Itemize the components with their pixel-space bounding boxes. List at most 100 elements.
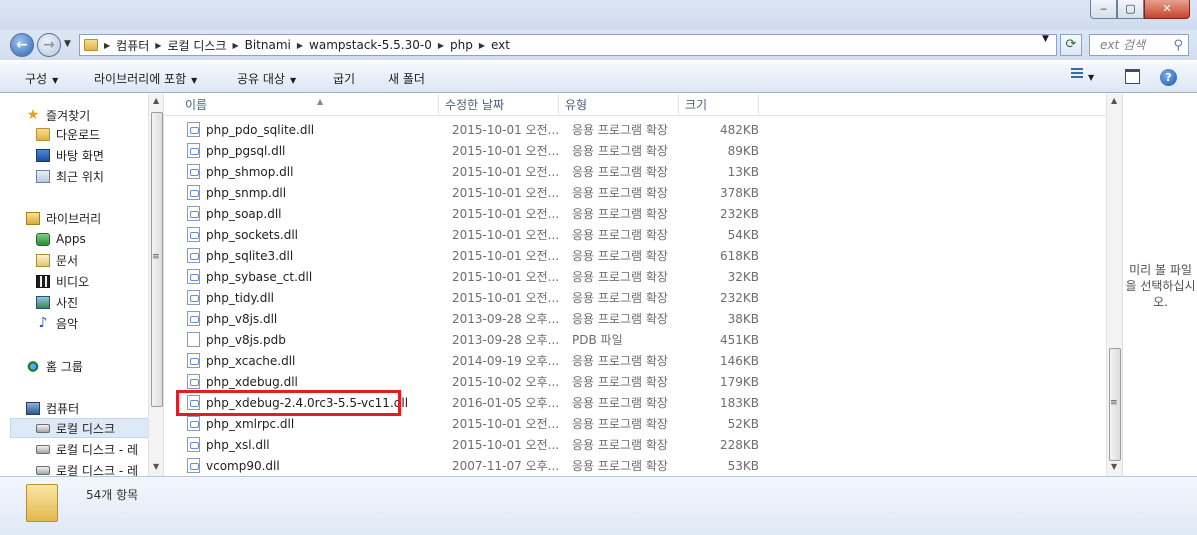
chevron-down-icon: ▼ <box>64 39 71 49</box>
breadcrumb-local-disk[interactable]: 로컬 디스크 <box>163 37 230 54</box>
nav-favorites[interactable]: ★ 즐겨찾기 <box>26 105 163 125</box>
breadcrumb-computer[interactable]: 컴퓨터 <box>112 37 153 54</box>
maximize-button[interactable]: ▢ <box>1117 0 1144 19</box>
file-row[interactable]: php_xmlrpc.dll 2015-10-01 오전... 응용 프로그램 확장… <box>179 413 759 434</box>
file-date: 2015-10-01 오전... <box>452 249 560 263</box>
nav-apps[interactable]: Apps <box>36 229 163 249</box>
nav-libraries[interactable]: 라이브러리 <box>26 208 163 228</box>
file-name: php_sybase_ct.dll <box>206 269 313 284</box>
scroll-down-icon[interactable]: ▼ <box>1111 462 1117 471</box>
nav-recent-places[interactable]: 최근 위치 <box>36 166 163 186</box>
nav-local-disk-2[interactable]: 로컬 디스크 - 레 <box>36 439 163 459</box>
breadcrumb-arrow-icon[interactable]: ▶ <box>477 41 487 50</box>
breadcrumb-bitnami[interactable]: Bitnami <box>241 38 295 52</box>
back-button[interactable]: ← <box>10 33 34 57</box>
column-header-type[interactable]: 유형 <box>559 94 679 116</box>
highlight-box <box>176 390 401 416</box>
file-size: 54KB <box>727 227 759 242</box>
file-row[interactable]: php_v8js.pdb 2013-09-28 오후... PDB 파일 451KB <box>179 329 759 350</box>
file-date: 2015-10-02 오후... <box>452 375 560 389</box>
nav-local-disk-3[interactable]: 로컬 디스크 - 레 <box>36 460 163 476</box>
help-button[interactable]: ? <box>1160 69 1177 86</box>
breadcrumb-php[interactable]: php <box>446 38 477 52</box>
breadcrumb-arrow-icon[interactable]: ▶ <box>230 41 240 50</box>
scroll-up-icon[interactable]: ▲ <box>153 96 159 105</box>
new-folder-button[interactable]: 새 폴더 <box>388 70 425 87</box>
nav-label: 컴퓨터 <box>46 401 80 416</box>
file-name: php_shmop.dll <box>206 164 294 179</box>
file-row[interactable]: vcomp90.dll 2007-11-07 오후... 응용 프로그램 확장 53K… <box>179 455 759 476</box>
search-input[interactable]: ext 검색 ⚲ <box>1089 34 1189 56</box>
nav-local-disk[interactable]: 로컬 디스크 <box>10 418 158 438</box>
file-name: php_pdo_sqlite.dll <box>206 122 315 137</box>
file-row[interactable]: php_xdebug.dll 2015-10-02 오후... 응용 프로그램 확장… <box>179 371 759 392</box>
column-header-date[interactable]: 수정한 날짜 <box>439 94 559 116</box>
breadcrumb-wampstack[interactable]: wampstack-5.5.30-0 <box>305 38 436 52</box>
preview-pane: 미리 볼 파일을 선택하십시오. <box>1122 94 1197 476</box>
dll-file-icon <box>187 269 200 284</box>
nav-computer[interactable]: 컴퓨터 <box>26 398 163 418</box>
close-button[interactable]: ✕ <box>1144 0 1190 19</box>
include-in-library-button[interactable]: 라이브러리에 포함 ▼ <box>94 70 197 87</box>
column-header-size[interactable]: 크기 <box>679 94 759 116</box>
file-row[interactable]: php_pgsql.dll 2015-10-01 오전... 응용 프로그램 확장 8… <box>179 140 759 161</box>
refresh-button[interactable]: ⟳ <box>1060 34 1082 56</box>
file-row[interactable]: php_sqlite3.dll 2015-10-01 오전... 응용 프로그램 확… <box>179 245 759 266</box>
file-row[interactable]: php_shmop.dll 2015-10-01 오전... 응용 프로그램 확장 1… <box>179 161 759 182</box>
file-row[interactable]: php_sockets.dll 2015-10-01 오전... 응용 프로그램 확… <box>179 224 759 245</box>
share-with-button[interactable]: 공유 대상 ▼ <box>237 70 296 87</box>
breadcrumb-ext[interactable]: ext <box>487 38 514 52</box>
column-header-name[interactable]: 이름 ▲ <box>179 94 439 116</box>
file-row[interactable]: php_pdo_sqlite.dll 2015-10-01 오전... 응용 프로그… <box>179 119 759 140</box>
file-row[interactable]: php_v8js.dll 2013-09-28 오후... 응용 프로그램 확장 38… <box>179 308 759 329</box>
dll-file-icon <box>187 458 200 473</box>
nav-videos[interactable]: 비디오 <box>36 271 163 291</box>
nav-downloads[interactable]: 다운로드 <box>36 124 163 144</box>
file-row[interactable]: php_sybase_ct.dll 2015-10-01 오전... 응용 프로그램… <box>179 266 759 287</box>
forward-button[interactable]: → <box>37 33 61 57</box>
nav-pictures[interactable]: 사진 <box>36 292 163 312</box>
column-label: 이름 <box>185 98 208 112</box>
file-name: php_sqlite3.dll <box>206 248 294 263</box>
nav-music[interactable]: ♪ 음악 <box>36 313 163 333</box>
file-date: 2013-09-28 오후... <box>452 333 560 347</box>
breadcrumb-arrow-icon[interactable]: ▶ <box>153 41 163 50</box>
chevron-down-icon: ▼ <box>1088 73 1095 82</box>
recent-pages-dropdown[interactable]: ▼ <box>64 39 71 49</box>
desktop-icon <box>36 148 50 162</box>
title-bar: ‒ ▢ ✕ <box>0 0 1197 30</box>
breadcrumb-arrow-icon[interactable]: ▶ <box>295 41 305 50</box>
file-row[interactable]: php_tidy.dll 2015-10-01 오전... 응용 프로그램 확장 23… <box>179 287 759 308</box>
breadcrumb-arrow-icon[interactable]: ▶ <box>102 41 112 50</box>
nav-scrollbar[interactable]: ▲ ≡ ▼ <box>148 94 163 476</box>
file-row[interactable]: php_xcache.dll 2014-09-19 오후... 응용 프로그램 확장… <box>179 350 759 371</box>
nav-documents[interactable]: 문서 <box>36 250 163 270</box>
file-row[interactable]: php_snmp.dll 2015-10-01 오전... 응용 프로그램 확장 37… <box>179 182 759 203</box>
command-bar: 구성 ▼ 라이브러리에 포함 ▼ 공유 대상 ▼ 굽기 새 폴더 ▼ ? <box>0 61 1197 93</box>
file-row[interactable]: php_xsl.dll 2015-10-01 오전... 응용 프로그램 확장 228… <box>179 434 759 455</box>
minimize-button[interactable]: ‒ <box>1090 0 1117 19</box>
organize-button[interactable]: 구성 ▼ <box>25 70 58 87</box>
pictures-icon <box>36 295 50 309</box>
chevron-down-icon: ▼ <box>289 76 297 85</box>
file-name: php_pgsql.dll <box>206 143 286 158</box>
nav-homegroup[interactable]: 홈 그룹 <box>26 356 163 376</box>
search-icon: ⚲ <box>1173 38 1183 53</box>
drive-icon <box>36 423 50 433</box>
address-history-dropdown[interactable]: ▼ <box>1042 34 1049 44</box>
file-name: php_v8js.dll <box>206 311 278 326</box>
address-bar[interactable]: ▶ 컴퓨터 ▶ 로컬 디스크 ▶ Bitnami ▶ wampstack-5.5… <box>79 34 1057 56</box>
scroll-up-icon[interactable]: ▲ <box>1111 96 1117 105</box>
breadcrumb-arrow-icon[interactable]: ▶ <box>436 41 446 50</box>
preview-pane-button[interactable] <box>1125 69 1140 84</box>
nav-desktop[interactable]: 바탕 화면 <box>36 145 163 165</box>
file-type: 응용 프로그램 확장 <box>572 396 668 410</box>
file-row[interactable]: php_soap.dll 2015-10-01 오전... 응용 프로그램 확장 23… <box>179 203 759 224</box>
change-view-button[interactable]: ▼ <box>1071 68 1107 88</box>
file-list-scrollbar[interactable]: ▲ ≡ ▼ <box>1106 94 1122 476</box>
scroll-down-icon[interactable]: ▼ <box>153 462 159 471</box>
details-view-icon <box>1071 68 1083 80</box>
burn-button[interactable]: 굽기 <box>333 70 355 87</box>
dll-file-icon <box>187 143 200 158</box>
file-date: 2014-09-19 오후... <box>452 354 560 368</box>
